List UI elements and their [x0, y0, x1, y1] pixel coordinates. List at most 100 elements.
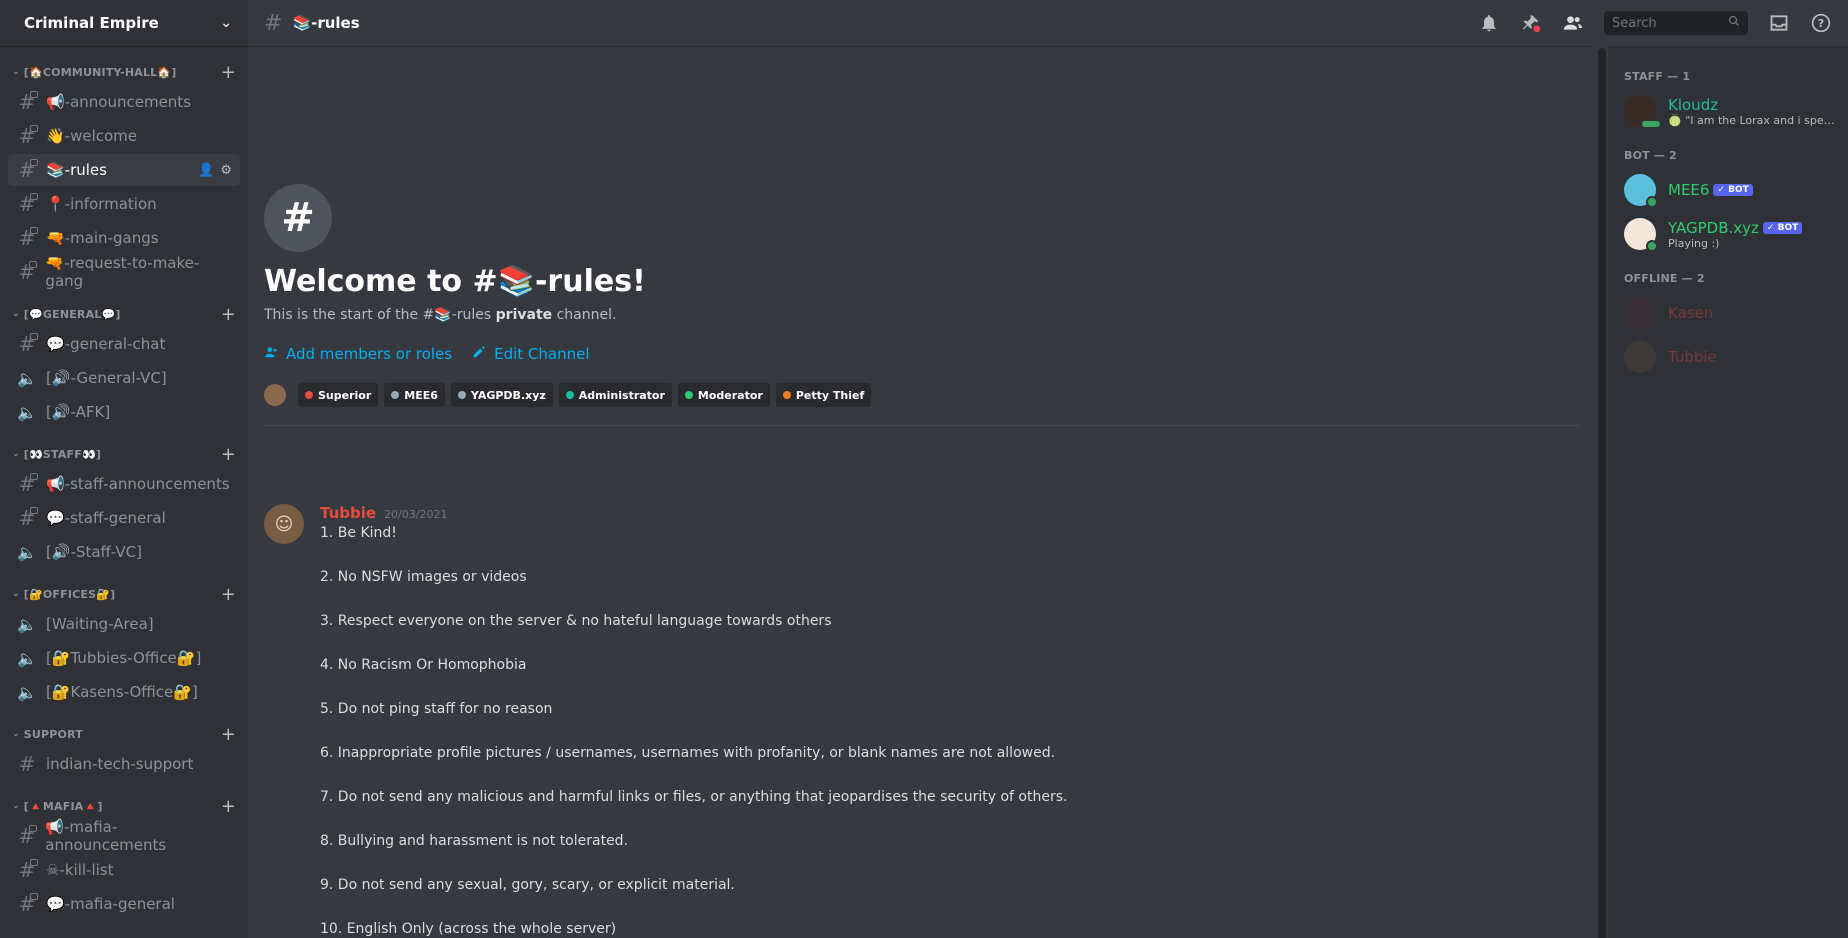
channel-item[interactable]: # 📢-mafia-announcements	[8, 818, 240, 854]
role-color-dot	[457, 391, 466, 399]
member-item[interactable]: YAGPDB.xyz ✓ BOT Playing :)	[1624, 212, 1840, 256]
message-line: 3. Respect everyone on the server & no h…	[320, 613, 832, 629]
member-name: Tubbie	[1668, 348, 1717, 366]
pin-icon[interactable]	[1520, 12, 1542, 34]
member-item[interactable]: Kasen	[1624, 291, 1840, 335]
role-pill[interactable]: MEE6	[384, 383, 445, 407]
channel-category[interactable]: ⌄ [🏠COMMUNITY-HALL🏠] +	[0, 60, 248, 84]
speaker-icon: 🔈	[17, 648, 37, 668]
hash-icon: #	[18, 752, 36, 776]
locked-hash-icon: #	[16, 824, 38, 848]
search-input[interactable]: Search	[1604, 11, 1748, 35]
locked-hash-icon: #	[16, 472, 38, 496]
channel-item[interactable]: # 👋-welcome	[8, 120, 240, 152]
member-category: STAFF — 1	[1624, 70, 1691, 83]
channel-item[interactable]: # 🔫-main-gangs	[8, 222, 240, 254]
help-icon[interactable]: ?	[1810, 12, 1832, 34]
channel-label: 💬-mafia-general	[46, 895, 175, 913]
message-line: 4. No Racism Or Homophobia	[320, 657, 527, 673]
add-channel-icon[interactable]: +	[221, 304, 236, 325]
server-header[interactable]: Criminal Empire ⌄	[0, 0, 248, 46]
channel-item[interactable]: # 💬-general-chat	[8, 328, 240, 360]
welcome-subtitle: This is the start of the #📚-rules privat…	[264, 307, 617, 323]
channel-item[interactable]: 🔈 [🔊-AFK]	[8, 396, 240, 428]
channel-label: 📚-rules	[46, 161, 107, 179]
member-item[interactable]: MEE6 ✓ BOT	[1624, 168, 1840, 212]
avatar	[1624, 218, 1658, 252]
bell-icon[interactable]	[1478, 12, 1500, 34]
member-name: YAGPDB.xyz	[1668, 218, 1759, 237]
channel-label: 📍-information	[46, 195, 157, 213]
chevron-down-icon: ⌄	[12, 449, 20, 459]
channel-item[interactable]: # ☠-kill-list	[8, 854, 240, 886]
channel-item[interactable]: # 💬-staff-general	[8, 502, 240, 534]
svg-text:?: ?	[1818, 17, 1824, 30]
message-line: 6. Inappropriate profile pictures / user…	[320, 745, 1056, 761]
role-list: Superior MEE6 YAGPDB.xyz Administrator Moder…	[264, 383, 1580, 407]
role-pill[interactable]: YAGPDB.xyz	[450, 383, 553, 407]
role-color-dot	[565, 391, 574, 399]
channel-list: ⌄ [🏠COMMUNITY-HALL🏠] + # 📢-announcements # 👋-w…	[0, 46, 248, 938]
add-channel-icon[interactable]: +	[221, 584, 236, 605]
member-name: Kloudz	[1668, 95, 1719, 114]
message: ☺ Tubbie 20/03/2021 1. Be Kind! 2. No NSF…	[264, 504, 1580, 938]
channel-item[interactable]: # 📢-staff-announcements	[8, 468, 240, 500]
channel-item[interactable]: # 📚-rules 👤 ⚙	[8, 154, 240, 186]
role-pill[interactable]: Superior	[298, 383, 379, 407]
channel-category[interactable]: ⌄ [🔺MAFIA🔺] +	[0, 794, 248, 818]
locked-hash-icon: #	[16, 506, 38, 530]
member-name: Kasen	[1668, 304, 1714, 322]
channel-item[interactable]: 🔈 [🔐Kasens-Office🔐]	[8, 676, 240, 708]
channel-label: [🔐Tubbies-Office🔐]	[46, 649, 202, 667]
channel-item[interactable]: 🔈 [🔊-Staff-VC]	[8, 536, 240, 568]
status-indicator	[1640, 119, 1662, 129]
message-author[interactable]: Tubbie	[320, 504, 376, 522]
add-channel-icon[interactable]: +	[221, 62, 236, 83]
channel-sidebar: Criminal Empire ⌄ ⌄ [🏠COMMUNITY-HALL🏠] + # 📢…	[0, 0, 248, 938]
channel-item[interactable]: # 🔫-request-to-make-gang	[8, 254, 240, 290]
add-members-button[interactable]: Add members or roles	[264, 345, 452, 363]
channel-item[interactable]: # 📍-information	[8, 188, 240, 220]
channel-item[interactable]: 🔈 [🔐Tubbies-Office🔐]	[8, 642, 240, 674]
divider	[264, 425, 1580, 426]
member-item[interactable]: Kloudz 🍈 "I am the Lorax and i speak...	[1624, 89, 1840, 133]
gear-icon[interactable]: ⚙	[220, 163, 232, 178]
member-item[interactable]: Tubbie	[1624, 335, 1840, 379]
member-name: MEE6	[1668, 181, 1710, 199]
search-icon	[1728, 15, 1740, 31]
channel-label: 🔫-main-gangs	[46, 229, 159, 247]
channel-label: [🔊-AFK]	[46, 403, 111, 421]
channel-item[interactable]: # indian-tech-support	[8, 748, 240, 780]
channel-category[interactable]: ⌄ [👀STAFF👀] +	[0, 442, 248, 466]
channel-item[interactable]: # 💬-mafia-general	[8, 888, 240, 920]
role-pill[interactable]: Petty Thief	[775, 383, 872, 407]
channel-label: [Waiting-Area]	[46, 615, 154, 633]
channel-category[interactable]: ⌄ SUPPORT +	[0, 722, 248, 746]
channel-label: 🔫-request-to-make-gang	[45, 254, 200, 290]
avatar[interactable]: ☺	[264, 504, 304, 544]
status-indicator	[1646, 240, 1658, 252]
inbox-icon[interactable]	[1768, 12, 1790, 34]
channel-category[interactable]: ⌄ [💬GENERAL💬] +	[0, 302, 248, 326]
scrollbar[interactable]	[1594, 46, 1608, 938]
role-pill[interactable]: Moderator	[677, 383, 770, 407]
add-channel-icon[interactable]: +	[221, 444, 236, 465]
role-pill[interactable]: Administrator	[558, 383, 672, 407]
add-channel-icon[interactable]: +	[221, 796, 236, 817]
member-category: BOT — 2	[1624, 149, 1677, 162]
channel-item[interactable]: 🔈 [🔊-General-VC]	[8, 362, 240, 394]
chevron-down-icon: ⌄	[12, 589, 20, 599]
chevron-down-icon[interactable]: ⌄	[220, 15, 232, 31]
bot-tag: ✓ BOT	[1762, 221, 1803, 234]
edit-channel-button[interactable]: Edit Channel	[472, 345, 590, 363]
speaker-icon: 🔈	[17, 542, 37, 562]
add-channel-icon[interactable]: +	[221, 724, 236, 745]
channel-category[interactable]: ⌄ [🔐OFFICES🔐] +	[0, 582, 248, 606]
channel-item[interactable]: 🔈 [Waiting-Area]	[8, 608, 240, 640]
avatar[interactable]	[264, 384, 286, 406]
role-color-dot	[782, 391, 791, 399]
channel-item[interactable]: # 📢-announcements	[8, 86, 240, 118]
invite-icon[interactable]: 👤	[198, 163, 214, 178]
message-line: 5. Do not ping staff for no reason	[320, 701, 553, 717]
members-icon[interactable]	[1562, 12, 1584, 34]
